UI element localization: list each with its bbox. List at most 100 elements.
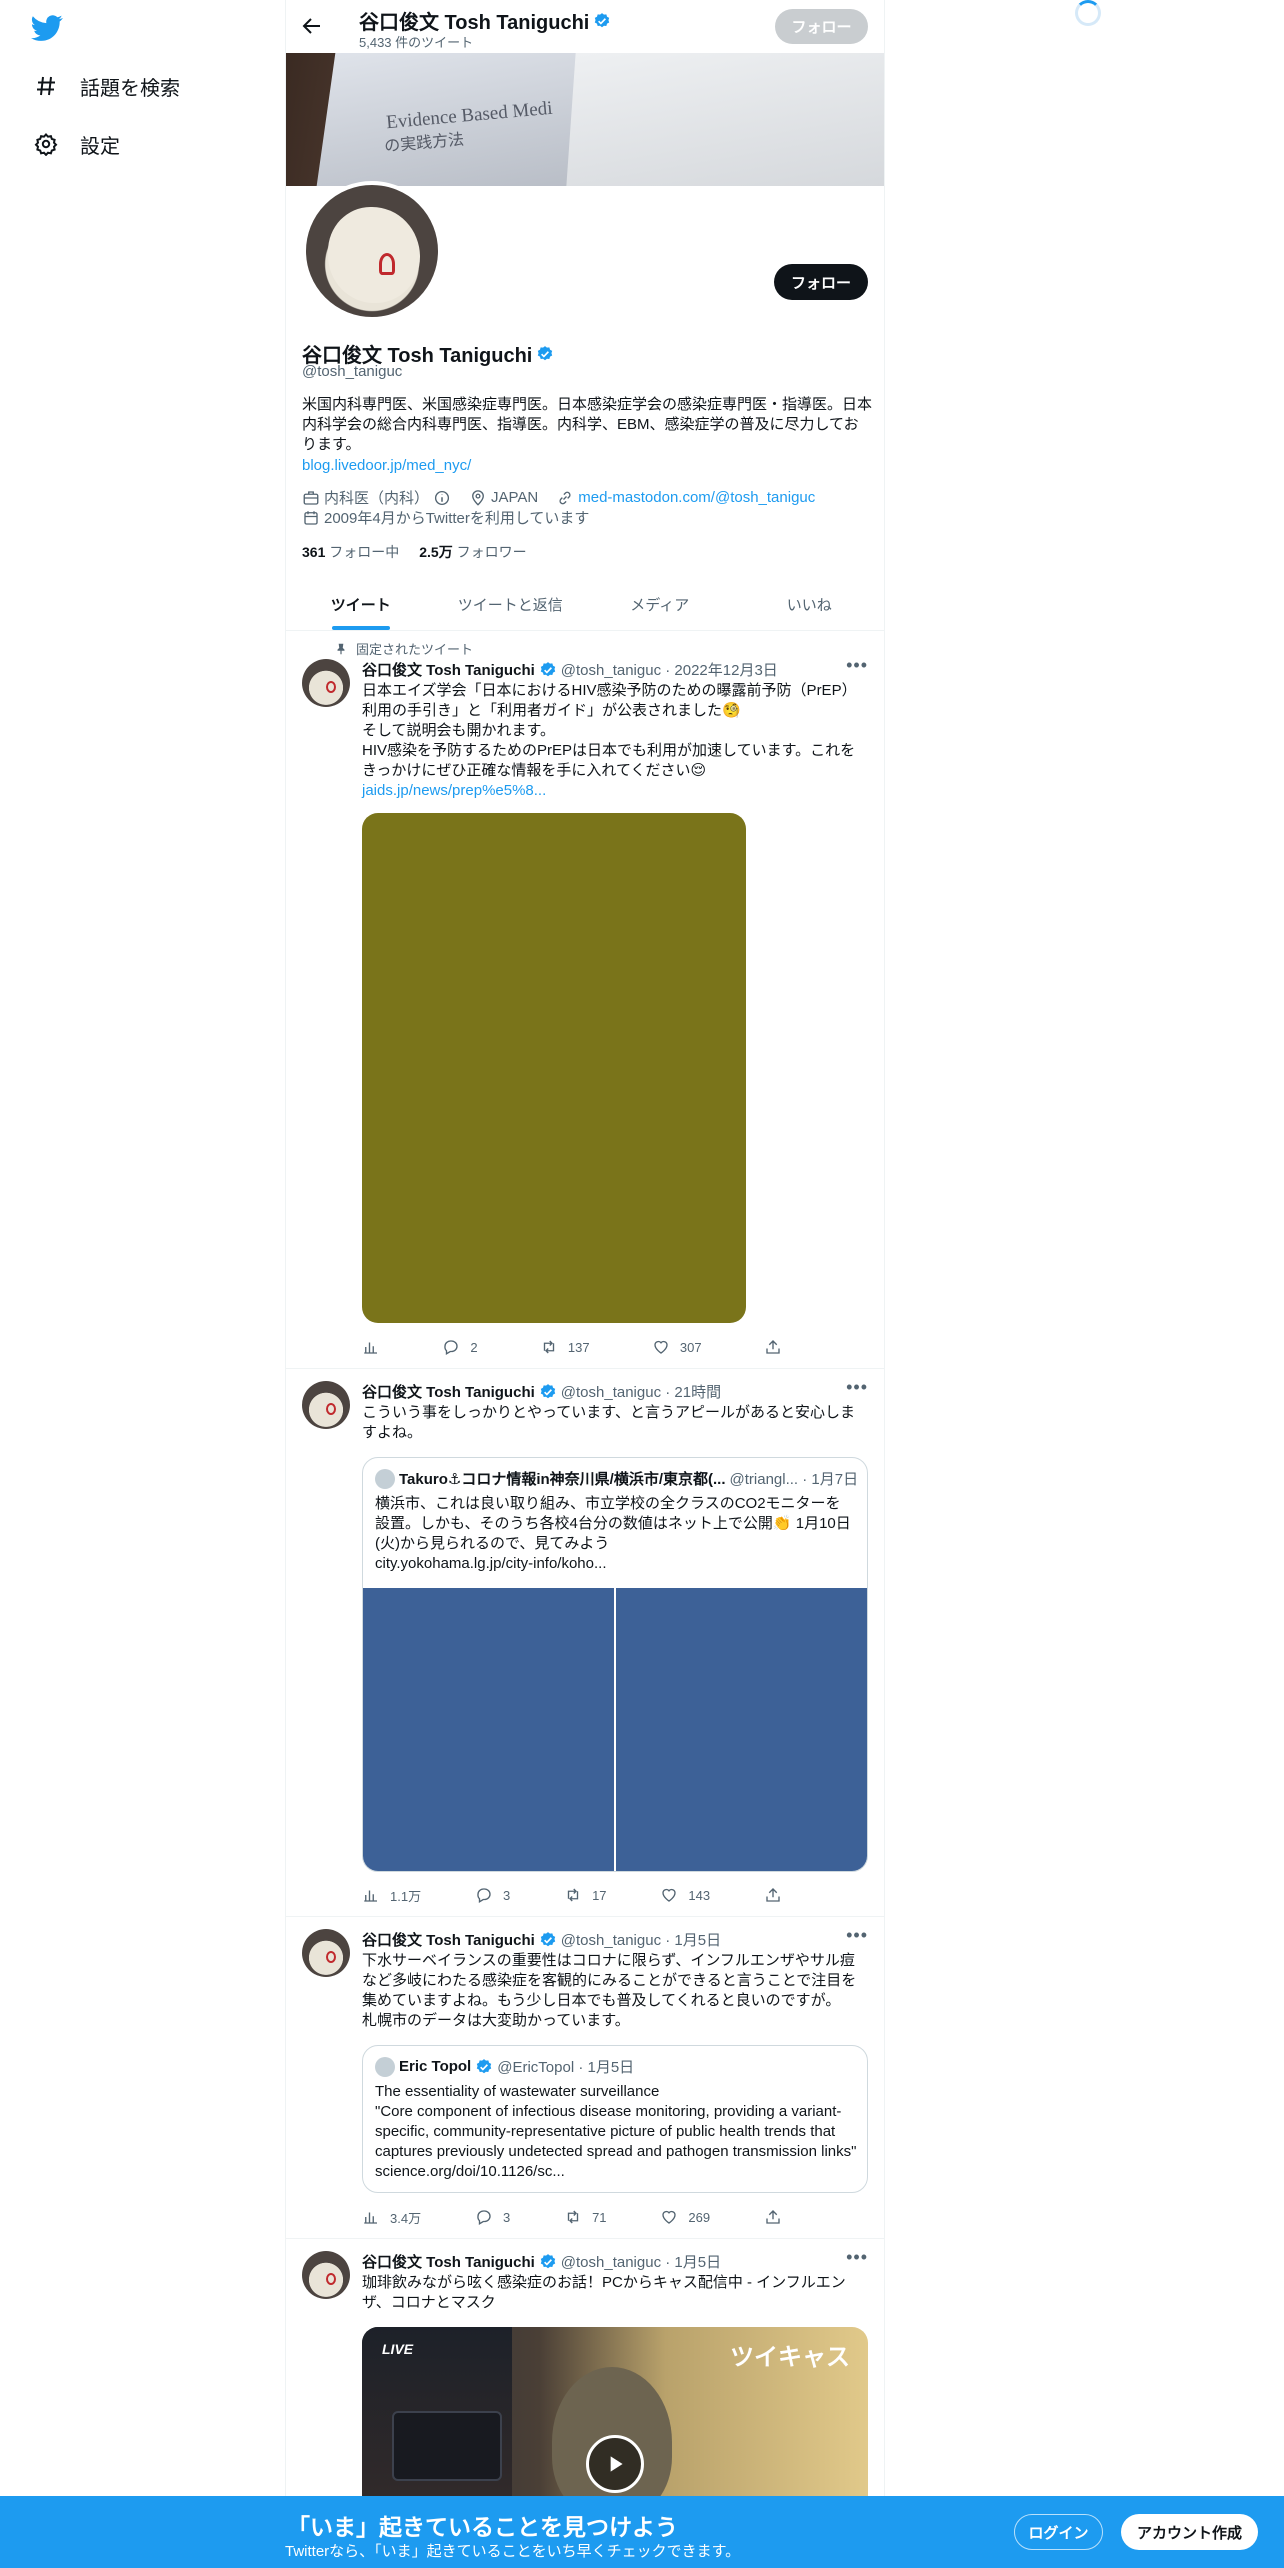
banner-book-page-right bbox=[566, 53, 884, 186]
share-button[interactable] bbox=[764, 1885, 782, 1905]
info-icon[interactable] bbox=[433, 489, 451, 507]
profile-joined-row: 2009年4月からTwitterを利用しています bbox=[302, 507, 589, 528]
tweet-media-image[interactable] bbox=[362, 813, 746, 1323]
retweet-button[interactable]: 17 bbox=[564, 1885, 607, 1905]
views-button[interactable] bbox=[362, 1337, 380, 1357]
reply-button[interactable]: 3 bbox=[475, 2207, 510, 2227]
views-button[interactable]: 3.4万 bbox=[362, 2207, 421, 2227]
like-count: 307 bbox=[679, 1339, 702, 1355]
views-button[interactable]: 1.1万 bbox=[362, 1885, 421, 1905]
followers-stat[interactable]: 2.5万 フォロワー bbox=[419, 542, 526, 562]
like-button[interactable]: 143 bbox=[660, 1885, 710, 1905]
nav-explore-label: 話題を検索 bbox=[80, 77, 180, 100]
tweet-handle-date[interactable]: @tosh_taniguc · 1月5日 bbox=[561, 2251, 721, 2272]
reply-count: 2 bbox=[470, 1339, 478, 1355]
tweet-text-line: そして説明会も開かれます。 bbox=[362, 722, 556, 739]
like-button[interactable]: 307 bbox=[652, 1337, 702, 1357]
reply-count: 3 bbox=[502, 1887, 511, 1903]
tweet-avatar[interactable] bbox=[302, 1929, 350, 1977]
tweet-avatar[interactable] bbox=[302, 659, 350, 707]
verified-badge-icon bbox=[540, 1931, 555, 1946]
more-options-icon[interactable]: ••• bbox=[846, 1377, 868, 1398]
retweet-count: 71 bbox=[592, 2209, 607, 2225]
back-arrow-icon[interactable] bbox=[300, 14, 324, 38]
share-button[interactable] bbox=[764, 2207, 782, 2227]
tweet-header: 谷口俊文 Tosh Taniguchi @tosh_taniguc · 1月5日 bbox=[362, 2251, 721, 2272]
more-options-icon[interactable]: ••• bbox=[846, 2247, 868, 2268]
verified-badge-icon bbox=[538, 345, 553, 360]
quoted-text-line: city.yokohama.lg.jp/city-info/koho... bbox=[375, 1555, 607, 1572]
views-count: 1.1万 bbox=[390, 1888, 422, 1904]
tweet-item[interactable]: 谷口俊文 Tosh Taniguchi @tosh_taniguc · 1月5日… bbox=[286, 1917, 884, 2239]
analytics-icon bbox=[364, 1890, 377, 1902]
retweet-icon bbox=[567, 2210, 579, 2224]
reply-icon bbox=[477, 2210, 491, 2225]
like-button[interactable]: 269 bbox=[660, 2207, 710, 2227]
tab-likes[interactable]: いいね bbox=[735, 578, 885, 630]
tweet-item[interactable]: 谷口俊文 Tosh Taniguchi @tosh_taniguc · 21時間… bbox=[286, 1369, 884, 1917]
tweet-handle-date[interactable]: @tosh_taniguc · 2022年12月3日 bbox=[561, 659, 778, 680]
tweet-handle-date[interactable]: @tosh_taniguc · 1月5日 bbox=[561, 1929, 721, 1950]
tweet-header: 谷口俊文 Tosh Taniguchi @tosh_taniguc · 2022… bbox=[362, 659, 778, 680]
quoted-handle-date: @EricTopol · 1月5日 bbox=[497, 2059, 635, 2076]
tab-media[interactable]: メディア bbox=[585, 578, 735, 630]
retweet-button[interactable]: 71 bbox=[564, 2207, 607, 2227]
profile-bio-link[interactable]: blog.livedoor.jp/med_nyc/ bbox=[302, 457, 471, 474]
tweet-handle-date[interactable]: @tosh_taniguc · 21時間 bbox=[561, 1381, 721, 1402]
quoted-media-image-right[interactable] bbox=[616, 1588, 867, 1871]
reply-button[interactable]: 3 bbox=[475, 1885, 510, 1905]
tweet-item[interactable]: 固定されたツイート 谷口俊文 Tosh Taniguchi @tosh_tani… bbox=[286, 631, 884, 1369]
followers-count: 2.5万 bbox=[419, 544, 453, 560]
tweet-author-name[interactable]: 谷口俊文 Tosh Taniguchi bbox=[362, 659, 535, 680]
nav-settings[interactable]: 設定 bbox=[34, 124, 120, 164]
nav-settings-label: 設定 bbox=[80, 135, 120, 158]
profile-column: 谷口俊文 Tosh Taniguchi 5,433 件のツイート フォロー Ev… bbox=[285, 0, 885, 2568]
nav-explore[interactable]: 話題を検索 bbox=[34, 66, 180, 106]
tab-tweets[interactable]: ツイート bbox=[286, 578, 436, 630]
share-button[interactable] bbox=[764, 1337, 782, 1357]
share-icon bbox=[766, 1340, 780, 1354]
play-button[interactable] bbox=[586, 2435, 644, 2493]
retweet-count: 137 bbox=[567, 1339, 590, 1355]
tweet-text: 日本エイズ学会「日本におけるHIV感染予防のための曝露前予防（PrEP） 利用の… bbox=[362, 681, 872, 801]
like-count: 143 bbox=[688, 1887, 711, 1903]
tweet-text-line: 利用の手引き」と「利用者ガイド」が公表されました🧐 bbox=[362, 702, 741, 719]
profile-category: 内科医（内科） bbox=[324, 490, 430, 507]
login-button[interactable]: ログイン bbox=[1014, 2514, 1103, 2550]
tweet-author-name[interactable]: 谷口俊文 Tosh Taniguchi bbox=[362, 2251, 535, 2272]
retweet-button[interactable]: 137 bbox=[540, 1337, 590, 1357]
red-ribbon-icon bbox=[379, 253, 395, 275]
tweet-author-name[interactable]: 谷口俊文 Tosh Taniguchi bbox=[362, 1381, 535, 1402]
more-options-icon[interactable]: ••• bbox=[846, 1925, 868, 1946]
quoted-tweet[interactable]: Takuro⚓コロナ情報in神奈川県/横浜市/東京都(... @triangl.… bbox=[362, 1457, 868, 1872]
verified-badge-icon bbox=[540, 1383, 555, 1398]
profile-banner[interactable]: Evidence Based Medi の実践方法 bbox=[286, 53, 884, 186]
signup-button[interactable]: アカウント作成 bbox=[1121, 2514, 1258, 2550]
signup-banner-title: 「いま」起きていることを見つけよう bbox=[287, 2514, 678, 2540]
profile-bio: 米国内科専門医、米国感染症専門医。日本感染症学会の感染症専門医・指導医。日本内科… bbox=[302, 396, 873, 453]
following-stat[interactable]: 361 フォロー中 bbox=[302, 542, 399, 562]
tweet-actions: 3.4万 3 71 269 bbox=[362, 2207, 782, 2227]
tweet-text-line: 札幌市のデータは大変助かっています。 bbox=[362, 2012, 630, 2029]
profile-website-link[interactable]: med-mastodon.com/@tosh_taniguc bbox=[578, 489, 815, 506]
tweet-text-line: すよね。 bbox=[362, 1424, 423, 1441]
more-options-icon[interactable]: ••• bbox=[846, 655, 868, 676]
header-follow-button[interactable]: フォロー bbox=[775, 9, 868, 44]
tweet-avatar[interactable] bbox=[302, 2251, 350, 2299]
tweet-avatar[interactable] bbox=[302, 1381, 350, 1429]
tweet-text: 下水サーベイランスの重要性はコロナに限らず、インフルエンザやサル痘 など多岐にわ… bbox=[362, 1951, 872, 2031]
follow-button[interactable]: フォロー bbox=[774, 264, 868, 300]
quoted-tweet[interactable]: Eric Topol @EricTopol · 1月5日 The essenti… bbox=[362, 2045, 868, 2193]
quoted-handle-date: @triangl... · 1月7日 bbox=[729, 1471, 859, 1488]
tweet-link[interactable]: jaids.jp/news/prep%e5%8... bbox=[362, 782, 546, 799]
header-tweet-count: 5,433 件のツイート bbox=[359, 35, 474, 50]
quoted-media-image-left[interactable] bbox=[363, 1588, 614, 1871]
signup-banner-subtitle: Twitterなら、「いま」起きていることをいち早くチェックできます。 bbox=[285, 2543, 741, 2560]
analytics-icon bbox=[364, 2212, 377, 2224]
reply-button[interactable]: 2 bbox=[442, 1337, 478, 1357]
profile-avatar[interactable] bbox=[302, 181, 442, 321]
verified-badge-icon bbox=[540, 2253, 555, 2268]
tweet-author-name[interactable]: 谷口俊文 Tosh Taniguchi bbox=[362, 1929, 535, 1950]
tab-tweets-and-replies[interactable]: ツイートと返信 bbox=[436, 578, 586, 630]
twitter-logo-icon[interactable] bbox=[30, 12, 64, 44]
